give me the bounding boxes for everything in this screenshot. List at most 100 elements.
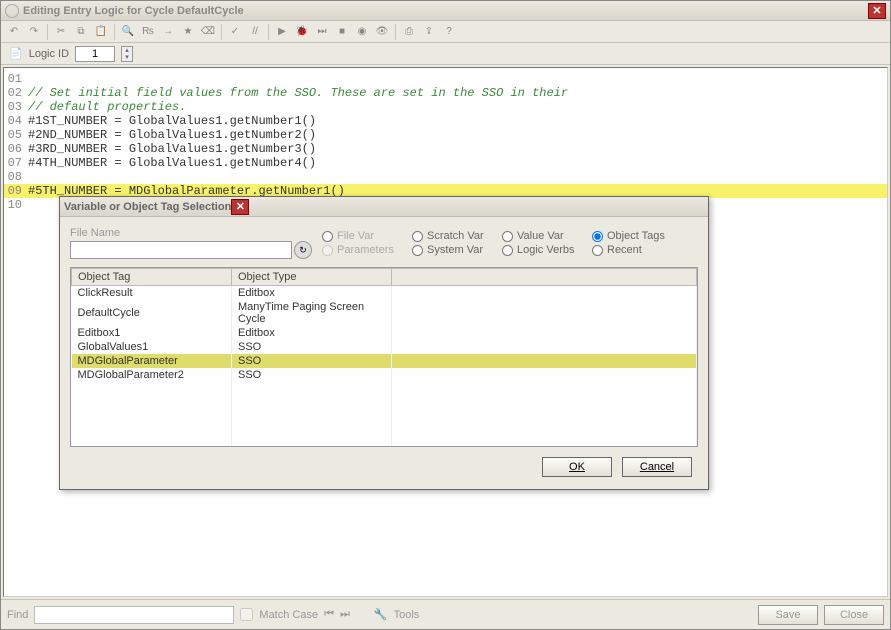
toolbar-watch-icon[interactable]: 👁 <box>373 23 391 41</box>
toolbar-replace-icon[interactable]: ₨ <box>139 23 157 41</box>
cell-spacer <box>392 326 697 340</box>
ok-button[interactable]: OK <box>542 457 612 477</box>
code-line[interactable]: 01 <box>4 72 887 86</box>
code-line[interactable]: 07#4TH_NUMBER = GlobalValues1.getNumber4… <box>4 156 887 170</box>
main-window: Editing Entry Logic for Cycle DefaultCyc… <box>0 0 891 630</box>
line-number: 02 <box>4 86 28 100</box>
code-line[interactable]: 05#2ND_NUMBER = GlobalValues1.getNumber2… <box>4 128 887 142</box>
tools-icon[interactable]: 🔧 <box>374 608 388 621</box>
find-label: Find <box>7 609 28 621</box>
logic-id-label: Logic ID <box>29 48 69 60</box>
line-number: 01 <box>4 72 28 86</box>
code-line[interactable]: 08 <box>4 170 887 184</box>
file-name-combo[interactable] <box>70 241 292 259</box>
line-number: 06 <box>4 142 28 156</box>
toolbar-print-icon[interactable]: ⎙ <box>400 23 418 41</box>
bottom-bar: Find Match Case ⏮ ⏭ 🔧 Tools Save Close <box>1 599 890 629</box>
close-button[interactable]: Close <box>824 605 884 625</box>
toolbar-undo-icon[interactable]: ↶ <box>5 23 23 41</box>
toolbar-find-icon[interactable]: 🔍 <box>119 23 137 41</box>
cell-object-type: ManyTime Paging Screen Cycle <box>232 300 392 326</box>
line-number: 05 <box>4 128 28 142</box>
cell-spacer <box>392 340 697 354</box>
radio-file-var[interactable] <box>322 231 333 242</box>
cell-spacer <box>392 368 697 382</box>
variable-selection-dialog: Variable or Object Tag Selection ✕ File … <box>59 196 709 490</box>
cell-object-type: Editbox <box>232 326 392 340</box>
app-icon <box>5 4 19 18</box>
cell-object-type: SSO <box>232 340 392 354</box>
toolbar-export-icon[interactable]: ⇪ <box>420 23 438 41</box>
line-text: #3RD_NUMBER = GlobalValues1.getNumber3() <box>28 142 316 156</box>
table-row-empty <box>72 382 697 396</box>
toolbar-copy-icon[interactable]: ⧉ <box>72 23 90 41</box>
table-row-empty <box>72 396 697 410</box>
line-text: // Set initial field values from the SSO… <box>28 86 568 100</box>
table-row[interactable]: MDGlobalParameterSSO <box>72 354 697 368</box>
toolbar-break-icon[interactable]: ◉ <box>353 23 371 41</box>
object-tag-table[interactable]: Object Tag Object Type ClickResultEditbo… <box>70 267 698 447</box>
window-title: Editing Entry Logic for Cycle DefaultCyc… <box>23 5 244 17</box>
toolbar-help-icon[interactable]: ? <box>440 23 458 41</box>
radio-object-tags[interactable] <box>592 231 603 242</box>
toolbar-clear-icon[interactable]: ⌫ <box>199 23 217 41</box>
toolbar-cut-icon[interactable]: ✂ <box>52 23 70 41</box>
file-name-label: File Name <box>70 227 312 239</box>
table-row-empty <box>72 410 697 424</box>
toolbar-validate-icon[interactable]: ✓ <box>226 23 244 41</box>
code-line[interactable]: 06#3RD_NUMBER = GlobalValues1.getNumber3… <box>4 142 887 156</box>
code-line[interactable]: 03// default properties. <box>4 100 887 114</box>
cell-spacer <box>392 300 697 326</box>
toolbar-stop-icon[interactable]: ■ <box>333 23 351 41</box>
cancel-button[interactable]: Cancel <box>622 457 692 477</box>
go-button[interactable]: ↻ <box>294 241 312 259</box>
window-close-button[interactable]: ✕ <box>868 3 886 19</box>
logic-id-spinner[interactable]: ▴▾ <box>121 46 133 62</box>
cell-object-tag: GlobalValues1 <box>72 340 232 354</box>
radio-value-var[interactable] <box>502 231 513 242</box>
radio-scratch-var[interactable] <box>412 231 423 242</box>
cell-object-type: SSO <box>232 368 392 382</box>
cell-object-tag: ClickResult <box>72 286 232 301</box>
match-case-label: Match Case <box>259 609 318 621</box>
col-object-type[interactable]: Object Type <box>232 269 392 286</box>
line-text: // default properties. <box>28 100 186 114</box>
cell-object-tag: Editbox1 <box>72 326 232 340</box>
toolbar-paste-icon[interactable]: 📋 <box>92 23 110 41</box>
col-object-tag[interactable]: Object Tag <box>72 269 232 286</box>
cell-spacer <box>392 354 697 368</box>
logic-id-input[interactable] <box>75 46 115 62</box>
save-button[interactable]: Save <box>758 605 818 625</box>
line-number: 04 <box>4 114 28 128</box>
dialog-close-button[interactable]: ✕ <box>231 199 249 215</box>
toolbar-redo-icon[interactable]: ↷ <box>25 23 43 41</box>
toolbar-step-icon[interactable]: ⏭ <box>313 23 331 41</box>
toolbar-debug-icon[interactable]: 🐞 <box>293 23 311 41</box>
toolbar-run-icon[interactable]: ▶ <box>273 23 291 41</box>
match-case-checkbox[interactable] <box>240 608 253 621</box>
radio-parameters <box>322 245 333 256</box>
code-line[interactable]: 02// Set initial field values from the S… <box>4 86 887 100</box>
dialog-title: Variable or Object Tag Selection <box>64 201 231 213</box>
radio-recent[interactable] <box>592 245 603 256</box>
radio-logic-verbs[interactable] <box>502 245 513 256</box>
table-row[interactable]: MDGlobalParameter2SSO <box>72 368 697 382</box>
toolbar-bookmark-icon[interactable]: ★ <box>179 23 197 41</box>
line-text: #4TH_NUMBER = GlobalValues1.getNumber4() <box>28 156 316 170</box>
cell-object-tag: MDGlobalParameter <box>72 354 232 368</box>
line-number: 08 <box>4 170 28 184</box>
code-line[interactable]: 04#1ST_NUMBER = GlobalValues1.getNumber1… <box>4 114 887 128</box>
find-input[interactable] <box>34 606 234 624</box>
table-row[interactable]: ClickResultEditbox <box>72 286 697 301</box>
table-row[interactable]: DefaultCycleManyTime Paging Screen Cycle <box>72 300 697 326</box>
table-row[interactable]: Editbox1Editbox <box>72 326 697 340</box>
find-next-icon[interactable]: ⏭ <box>340 608 350 621</box>
line-text: #1ST_NUMBER = GlobalValues1.getNumber1() <box>28 114 316 128</box>
find-prev-icon[interactable]: ⏮ <box>324 608 334 621</box>
titlebar: Editing Entry Logic for Cycle DefaultCyc… <box>1 1 890 21</box>
line-number: 03 <box>4 100 28 114</box>
toolbar-goto-icon[interactable]: → <box>159 23 177 41</box>
radio-system-var[interactable] <box>412 245 423 256</box>
toolbar-comment-icon[interactable]: // <box>246 23 264 41</box>
table-row[interactable]: GlobalValues1SSO <box>72 340 697 354</box>
